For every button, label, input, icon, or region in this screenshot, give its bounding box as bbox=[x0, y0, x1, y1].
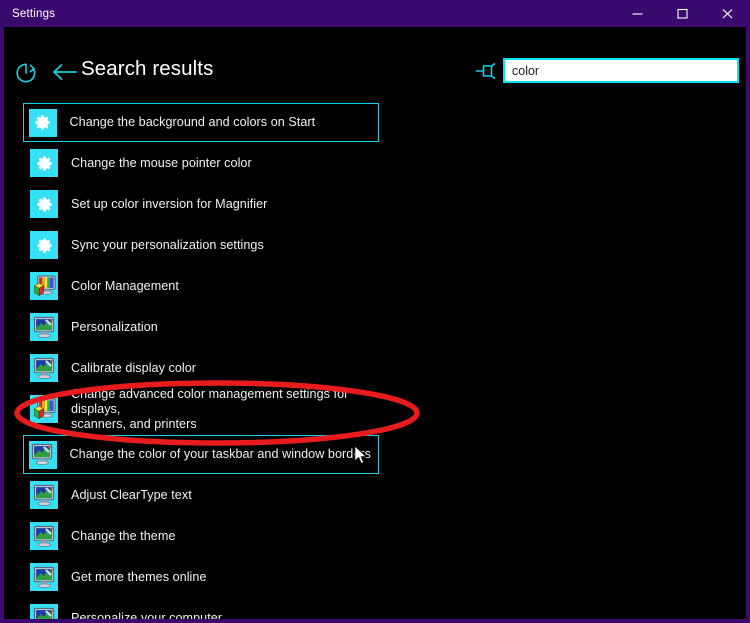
display-icon bbox=[28, 440, 57, 469]
maximize-icon bbox=[676, 7, 689, 20]
display-icon-glyph bbox=[33, 316, 54, 338]
settings-window: Settings Search results color Change the… bbox=[0, 0, 750, 623]
search-results-header: Search results bbox=[4, 27, 746, 83]
display-icon bbox=[30, 563, 58, 591]
window-title: Settings bbox=[12, 7, 56, 20]
result-item[interactable]: Calibrate display color bbox=[23, 349, 379, 387]
title-bar: Settings bbox=[0, 0, 750, 27]
display-icon-glyph bbox=[33, 525, 54, 547]
color-management-icon bbox=[30, 395, 58, 423]
search-input[interactable] bbox=[512, 63, 727, 78]
result-item[interactable]: Personalization bbox=[23, 308, 379, 346]
color-management-icon-glyph bbox=[33, 397, 56, 419]
minimize-icon bbox=[631, 7, 644, 20]
pin-icon[interactable] bbox=[473, 61, 499, 83]
history-icon[interactable] bbox=[13, 60, 39, 86]
color-management-icon bbox=[30, 272, 58, 300]
display-icon bbox=[30, 313, 58, 341]
result-item-label: Change the background and colors on Star… bbox=[69, 115, 316, 129]
gear-icon bbox=[30, 231, 58, 259]
result-item[interactable]: Personalize your computer bbox=[23, 599, 379, 619]
result-item-label: Change the theme bbox=[71, 528, 176, 543]
page-title: Search results bbox=[81, 57, 214, 80]
result-item-label: Change the mouse pointer color bbox=[71, 155, 252, 170]
result-item[interactable]: Change the color of your taskbar and win… bbox=[23, 435, 379, 474]
display-icon bbox=[30, 604, 58, 619]
display-icon-glyph bbox=[31, 443, 53, 465]
result-item-label: Calibrate display color bbox=[71, 360, 197, 375]
result-item-label: Change advanced color management setting… bbox=[71, 386, 349, 431]
gear-icon-glyph bbox=[35, 115, 50, 130]
minimize-button[interactable] bbox=[615, 0, 660, 27]
maximize-button[interactable] bbox=[660, 0, 705, 27]
result-item[interactable]: Change the theme bbox=[23, 517, 379, 555]
gear-icon-glyph bbox=[36, 196, 52, 212]
result-item-label: Personalization bbox=[71, 319, 158, 334]
display-icon bbox=[30, 481, 58, 509]
result-item[interactable]: Change advanced color management setting… bbox=[23, 387, 379, 431]
result-item-label: Adjust ClearType text bbox=[71, 487, 192, 502]
color-management-icon-glyph bbox=[33, 274, 56, 296]
result-item-label: Sync your personalization settings bbox=[71, 237, 264, 252]
result-item[interactable]: Color Management bbox=[23, 267, 379, 305]
result-item[interactable]: Change the mouse pointer color bbox=[23, 144, 379, 182]
result-item[interactable]: Change the background and colors on Star… bbox=[23, 103, 379, 142]
result-item-label: Change the color of your taskbar and win… bbox=[69, 447, 371, 461]
display-icon-glyph bbox=[33, 484, 54, 506]
back-arrow-icon bbox=[51, 64, 79, 87]
gear-icon bbox=[30, 190, 58, 218]
window-controls bbox=[615, 0, 750, 27]
result-item[interactable]: Adjust ClearType text bbox=[23, 476, 379, 514]
display-icon-glyph bbox=[33, 607, 54, 619]
display-icon-glyph bbox=[33, 566, 54, 588]
result-item[interactable]: Set up color inversion for Magnifier bbox=[23, 185, 379, 223]
result-item-label: Personalize your computer bbox=[71, 610, 223, 620]
gear-icon-glyph bbox=[36, 237, 52, 253]
display-icon bbox=[30, 522, 58, 550]
gear-icon bbox=[30, 149, 58, 177]
gear-icon-glyph bbox=[36, 155, 52, 171]
result-item[interactable]: Get more themes online bbox=[23, 558, 379, 596]
result-item-label: Set up color inversion for Magnifier bbox=[71, 196, 268, 211]
search-box[interactable] bbox=[503, 58, 739, 83]
settings-client-area: Search results Change the background and… bbox=[4, 27, 746, 619]
back-button[interactable] bbox=[51, 61, 79, 85]
close-button[interactable] bbox=[705, 0, 750, 27]
close-icon bbox=[721, 7, 734, 20]
result-item[interactable]: Sync your personalization settings bbox=[23, 226, 379, 264]
result-item-label: Color Management bbox=[71, 278, 179, 293]
display-icon-glyph bbox=[33, 357, 54, 379]
result-item-label: Get more themes online bbox=[71, 569, 207, 584]
gear-icon bbox=[28, 108, 57, 137]
display-icon bbox=[30, 354, 58, 382]
